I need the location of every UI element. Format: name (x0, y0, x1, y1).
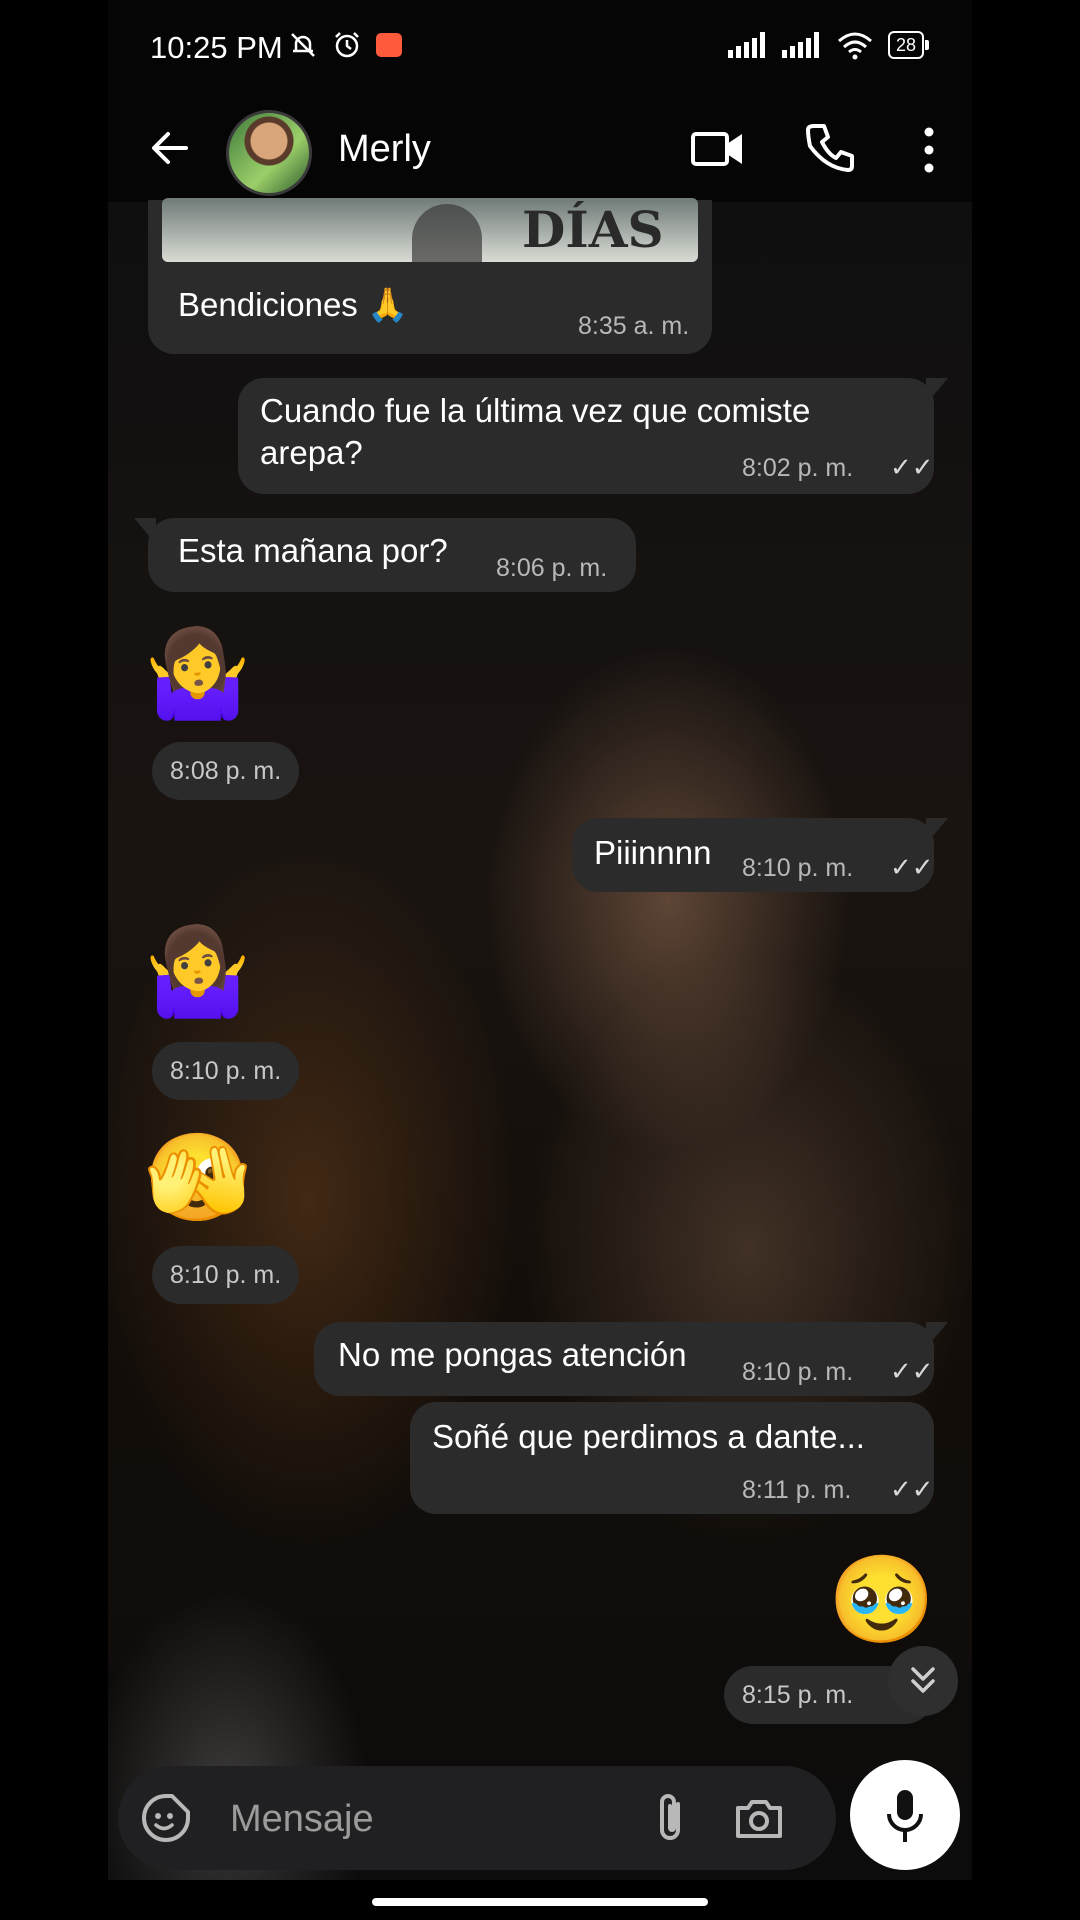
image-text: DÍAS (522, 200, 664, 259)
microphone-icon (887, 1790, 923, 1842)
message-text: No me pongas atención (338, 1336, 687, 1373)
message-time: 8:10 p. m. (742, 1358, 854, 1386)
message-time: 8:10 p. m. (152, 1246, 300, 1304)
message-text: Piiinnnn (594, 834, 712, 871)
message-time: 8:10 p. m. (742, 854, 854, 882)
more-options-icon[interactable] (914, 122, 944, 178)
status-bar: 10:25 PM 28 (108, 0, 972, 96)
back-arrow-icon[interactable] (142, 120, 198, 176)
message-time: 8:08 p. m. (152, 742, 300, 800)
muted-bell-icon (291, 33, 315, 57)
contact-avatar[interactable] (226, 110, 312, 196)
status-icons-left (288, 30, 402, 60)
message-outgoing[interactable]: Piiinnnn 8:10 p. m. ✓✓ (572, 818, 948, 892)
read-receipt-icon: ✓✓ (890, 452, 934, 482)
message-incoming[interactable]: Esta mañana por? 8:06 p. m. (134, 518, 636, 592)
message-emoji[interactable]: 🫣 (144, 1128, 251, 1228)
battery-indicator: 28 (887, 31, 930, 59)
camera-icon[interactable] (732, 1792, 786, 1844)
sticker-icon[interactable] (140, 1792, 192, 1844)
double-chevron-down-icon (911, 1667, 935, 1693)
paperclip-icon[interactable] (648, 1790, 694, 1846)
phone-screen: 10:25 PM 28 Merly DÍAS Bendiciones 🙏 8:3… (108, 0, 972, 1920)
status-time: 10:25 PM (150, 30, 283, 65)
voice-message-button[interactable] (850, 1760, 960, 1870)
alarm-icon (335, 32, 359, 58)
message-outgoing[interactable]: No me pongas atención 8:10 p. m. ✓✓ (314, 1322, 948, 1396)
message-image[interactable]: DÍAS (162, 198, 698, 262)
message-time: 8:35 a. m. (578, 312, 690, 340)
message-time: 8:02 p. m. (742, 454, 854, 482)
message-time: 8:11 p. m. (742, 1476, 852, 1504)
read-receipt-icon: ✓✓ (890, 1474, 934, 1504)
message-outgoing[interactable]: Soñé que perdimos a dante... 8:11 p. m. … (410, 1402, 934, 1514)
home-gesture-pill[interactable] (372, 1898, 708, 1906)
scroll-to-bottom-button[interactable] (888, 1646, 958, 1716)
status-icons-right: 28 (727, 30, 930, 60)
read-receipt-icon: ✓✓ (890, 1356, 934, 1386)
message-incoming[interactable]: DÍAS Bendiciones 🙏 8:35 a. m. (148, 198, 712, 354)
read-receipt-icon: ✓✓ (890, 852, 934, 882)
message-text-line1: Cuando fue la última vez que comiste (260, 392, 811, 429)
message-text: Bendiciones 🙏 (178, 286, 409, 323)
voice-call-icon[interactable] (802, 120, 858, 176)
message-emoji[interactable]: 🤷‍♀️ (144, 922, 251, 1022)
message-emoji[interactable]: 🥹 (828, 1550, 935, 1650)
contact-name[interactable]: Merly (338, 114, 431, 184)
message-text: Soñé que perdimos a dante... (432, 1418, 865, 1455)
wifi-icon (837, 32, 872, 60)
message-time: 8:06 p. m. (496, 554, 608, 582)
message-composer (118, 1766, 836, 1870)
screen-record-icon (376, 33, 402, 57)
message-input[interactable] (228, 1790, 622, 1848)
message-text-line2: arepa? (260, 434, 363, 471)
message-time: 8:10 p. m. (152, 1042, 300, 1100)
signal-icon-2 (781, 32, 822, 58)
video-call-icon[interactable] (690, 122, 746, 176)
message-text: Esta mañana por? (178, 532, 448, 569)
chat-header: Merly (108, 96, 972, 202)
message-emoji[interactable]: 🤷‍♀️ (144, 624, 251, 724)
message-outgoing[interactable]: Cuando fue la última vez que comiste are… (238, 378, 948, 494)
image-heart-shape (412, 204, 482, 262)
signal-icon (727, 32, 768, 58)
